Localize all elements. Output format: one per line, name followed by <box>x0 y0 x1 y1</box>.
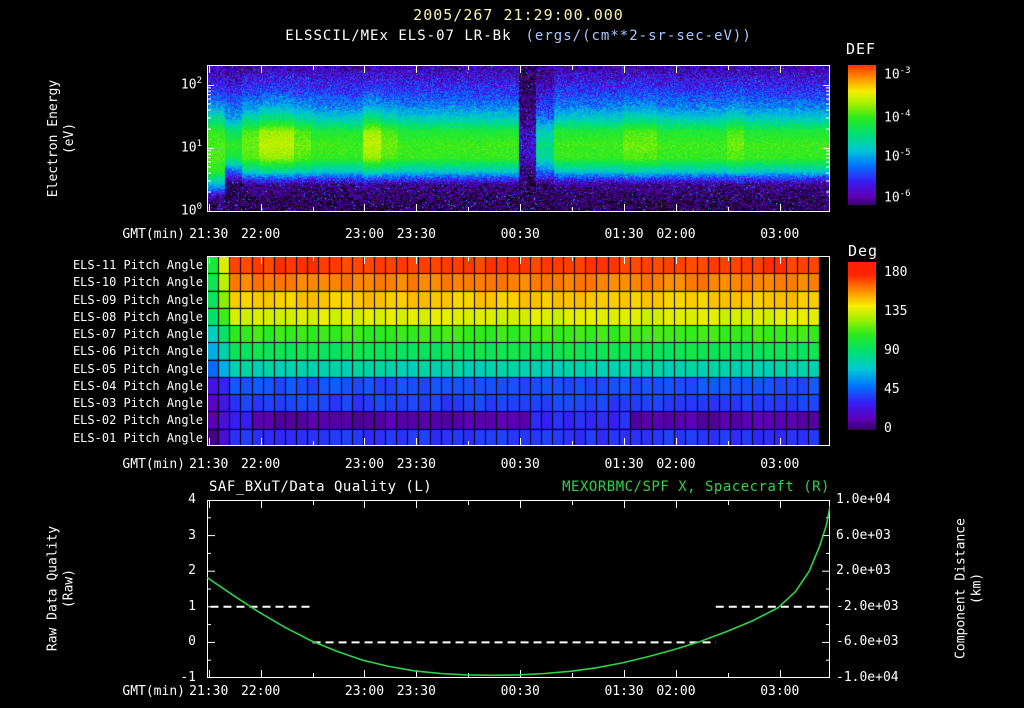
deg-colorbar-tick-label: 0 <box>884 421 892 436</box>
quality-tick-label: -1 <box>180 670 196 685</box>
spacecraft-x-curve <box>207 506 830 677</box>
pitch-row-label: ELS-04 Pitch Angle <box>72 378 203 393</box>
x-tick-label: 03:00 <box>760 227 800 242</box>
energy-axis-label-line1: Electron Energy <box>46 79 61 198</box>
spacecraft-x-title: MEXORBMC/SPF X, Spacecraft (R) <box>562 479 830 495</box>
energy-axis-label-line2: (eV) <box>62 122 77 155</box>
distance-axis-label-line1: Component Distance <box>953 518 969 659</box>
quality-tick-label: 2 <box>188 563 196 579</box>
pitch-row-label: ELS-11 Pitch Angle <box>72 258 203 272</box>
x-tick-label: 02:00 <box>656 457 696 472</box>
quality-axis-label-line1: Raw Data Quality <box>45 525 61 652</box>
energy-tick-label: 102 <box>180 75 202 93</box>
x-tick-label: 23:30 <box>396 227 436 242</box>
distance-tick-label: -2.0e+03 <box>836 598 899 614</box>
energy-tick-label: 101 <box>180 139 202 156</box>
deg-colorbar-title: Deg <box>848 242 879 260</box>
cdaweb-plot-figure: 2005/267 21:29:00.000 ELSSCIL/MEx ELS-07… <box>0 0 1024 708</box>
pitch-row-label: ELS-02 Pitch Angle <box>72 413 203 428</box>
x-tick-label: 02:00 <box>656 684 696 699</box>
distance-tick-label: 6.0e+03 <box>836 527 891 543</box>
gmt-axis-label-top: GMT(min) <box>122 227 185 242</box>
x-tick-label: 02:00 <box>656 227 696 242</box>
pitch-row-label: ELS-07 Pitch Angle <box>72 327 203 342</box>
x-tick-label: 22:00 <box>241 457 281 472</box>
def-colorbar-tick-label: 10-4 <box>884 109 911 126</box>
x-tick-label: 23:00 <box>344 684 385 699</box>
instrument-name: ELSSCIL/MEx ELS-07 LR-Bk <box>285 28 512 44</box>
distance-tick-label: 2.0e+03 <box>836 563 891 579</box>
pitch-row-label: ELS-08 Pitch Angle <box>72 309 203 324</box>
pitch-angle-panel-canvas <box>207 256 830 446</box>
quality-tick-label: 4 <box>188 492 196 507</box>
x-tick-label: 21:30 <box>189 227 229 242</box>
deg-colorbar-tick-label: 45 <box>884 381 900 397</box>
x-tick-label: 22:00 <box>241 227 281 242</box>
x-tick-label: 01:30 <box>604 457 644 472</box>
def-colorbar-tick-label: 10-3 <box>884 65 911 83</box>
deg-colorbar-tick-label: 135 <box>884 303 908 319</box>
energy-axis-label: Electron Energy (eV) <box>46 65 79 212</box>
x-tick-label: 03:00 <box>760 457 800 472</box>
pitch-row-label: ELS-01 Pitch Angle <box>72 430 203 445</box>
x-tick-label: 23:30 <box>396 684 436 699</box>
quality-axis-label-line2: (Raw) <box>61 568 77 609</box>
def-colorbar-tick-label: 10-6 <box>884 189 911 206</box>
quality-tick-label: 3 <box>188 527 196 543</box>
x-tick-label: 23:00 <box>344 457 385 472</box>
deg-colorbar-tick-label: 90 <box>884 342 900 358</box>
distance-tick-label: 1.0e+04 <box>836 492 891 507</box>
bottom-series-svg <box>207 500 830 678</box>
distance-tick-label: -1.0e+04 <box>836 670 899 685</box>
x-tick-label: 01:30 <box>604 684 644 699</box>
pitch-row-label: ELS-09 Pitch Angle <box>72 292 203 307</box>
quality-tick-label: 0 <box>188 634 196 650</box>
distance-axis-label-line2: (km) <box>969 572 985 605</box>
energy-spectrogram-canvas <box>207 65 830 212</box>
plot-instrument-title: ELSSCIL/MEx ELS-07 LR-Bk (ergs/(cm**2-sr-… <box>107 28 930 44</box>
x-tick-label: 00:30 <box>500 684 540 699</box>
def-colorbar-tick-label: 10-5 <box>884 148 911 165</box>
def-colorbar-title: DEF <box>846 40 877 58</box>
panel-frame <box>207 500 830 678</box>
pitch-row-label: ELS-10 Pitch Angle <box>72 275 203 290</box>
x-tick-label: 00:30 <box>500 227 540 242</box>
pitch-row-label: ELS-06 Pitch Angle <box>72 344 203 359</box>
energy-tick-label: 100 <box>180 201 202 219</box>
gmt-axis-label-middle: GMT(min) <box>122 457 185 472</box>
x-tick-label: 21:30 <box>189 457 229 472</box>
def-colorbar <box>848 65 876 205</box>
distance-axis-label: Component Distance (km) <box>954 500 987 678</box>
plot-date-title: 2005/267 21:29:00.000 <box>413 6 624 24</box>
x-tick-label: 22:00 <box>241 684 281 699</box>
deg-colorbar-tick-label: 180 <box>884 264 908 280</box>
gmt-axis-label-bottom: GMT(min) <box>122 684 185 699</box>
pitch-row-label: ELS-03 Pitch Angle <box>72 396 203 411</box>
deg-colorbar <box>848 262 876 430</box>
instrument-units: (ergs/(cm**2-sr-sec-eV)) <box>525 28 752 44</box>
x-tick-label: 21:30 <box>189 684 229 699</box>
x-tick-label: 03:00 <box>760 684 800 699</box>
data-quality-title: SAF_BXuT/Data Quality (L) <box>209 479 433 495</box>
pitch-row-label: ELS-05 Pitch Angle <box>72 361 203 376</box>
x-tick-label: 01:30 <box>604 227 644 242</box>
x-tick-label: 23:30 <box>396 457 436 472</box>
quality-tick-label: 1 <box>188 598 196 614</box>
distance-tick-label: -6.0e+03 <box>836 634 899 650</box>
x-tick-label: 23:00 <box>344 227 385 242</box>
quality-axis-label: Raw Data Quality (Raw) <box>46 500 79 678</box>
x-tick-label: 00:30 <box>500 457 540 472</box>
